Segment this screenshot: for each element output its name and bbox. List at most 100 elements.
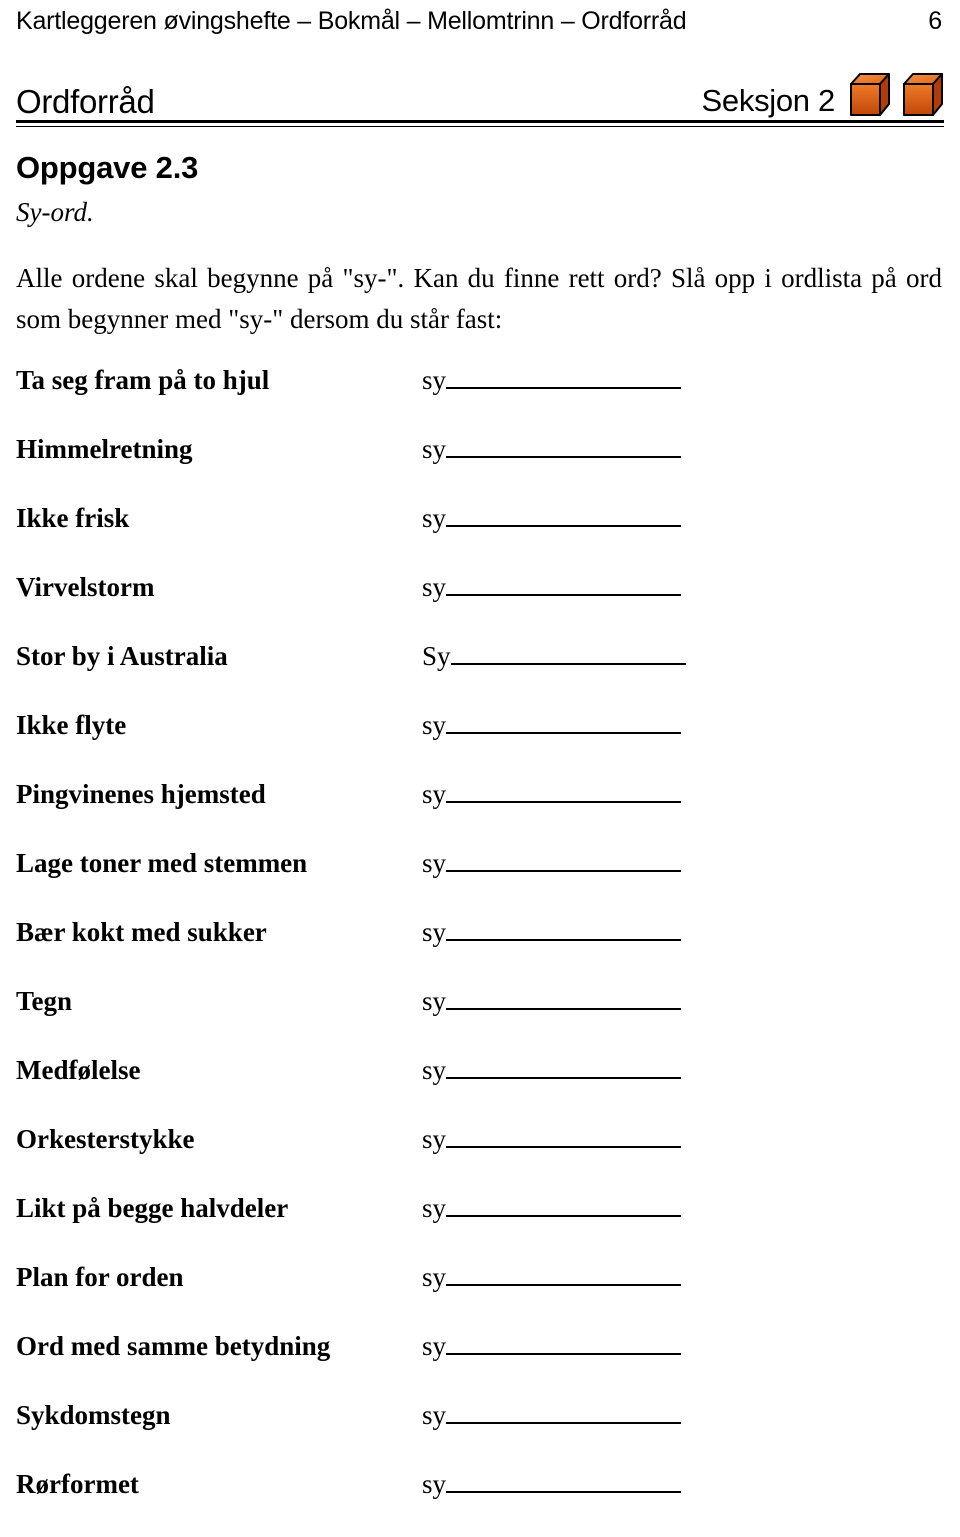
exercise-subtitle: Sy-ord. [16,197,94,227]
word-clue: Likt på begge halvdeler [16,1193,289,1223]
answer-field[interactable]: sy [422,916,944,948]
answer-field[interactable]: sy [422,1468,944,1500]
answer-field[interactable]: sy [422,364,944,396]
word-row: Lage toner med stemmen sy [16,847,944,916]
answer-prefix: sy [422,1400,447,1430]
answer-field[interactable]: sy [422,571,944,603]
answer-prefix: sy [422,572,447,602]
word-row: Likt på begge halvdeler sy [16,1192,944,1261]
worksheet-page: Kartleggeren øvingshefte – Bokmål – Mell… [0,0,960,1504]
answer-blank[interactable] [446,1193,682,1217]
answer-field[interactable]: sy [422,1261,944,1293]
word-clue: Plan for orden [16,1262,184,1292]
answer-prefix: Sy [422,641,451,671]
exercise-title: Oppgave 2.3 [16,150,199,185]
cube-icon [849,72,891,117]
word-row: Pingvinenes hjemsted sy [16,778,944,847]
word-row: Plan for orden sy [16,1261,944,1330]
answer-blank[interactable] [446,848,682,872]
word-row: Stor by i Australia Sy [16,640,944,709]
answer-blank[interactable] [446,1055,682,1079]
answer-blank[interactable] [446,572,682,596]
answer-prefix: sy [422,917,447,947]
word-clue: Pingvinenes hjemsted [16,779,266,809]
word-row: Bær kokt med sukker sy [16,916,944,985]
answer-field[interactable]: Sy [422,640,944,672]
word-clue: Virvelstorm [16,572,155,602]
answer-prefix: sy [422,503,447,533]
answer-field[interactable]: sy [422,985,944,1017]
word-clue: Himmelretning [16,434,193,464]
word-list: Ta seg fram på to hjul sy Himmelretning sy I… [16,364,944,1537]
cube-icon-group [849,72,944,120]
word-row: Virvelstorm sy [16,571,944,640]
word-row: Himmelretning sy [16,433,944,502]
word-row: Sykdomstegn sy [16,1399,944,1468]
answer-field[interactable]: sy [422,502,944,534]
running-head: Kartleggeren øvingshefte – Bokmål – Mell… [16,6,944,36]
answer-prefix: sy [422,1055,447,1085]
answer-blank[interactable] [446,365,682,389]
answer-blank[interactable] [446,710,682,734]
answer-blank[interactable] [450,641,686,665]
word-row: Ta seg fram på to hjul sy [16,364,944,433]
answer-prefix: sy [422,986,447,1016]
word-row: Tegn sy [16,985,944,1054]
answer-prefix: sy [422,365,447,395]
header-rule-thick [16,120,944,123]
instructions: Alle ordene skal begynne på "sy-". Kan d… [16,258,942,340]
answer-blank[interactable] [446,1400,682,1424]
answer-field[interactable]: sy [422,1192,944,1224]
answer-blank[interactable] [446,779,682,803]
word-clue: Tegn [16,986,73,1016]
word-clue: Bær kokt med sukker [16,917,267,947]
page-number: 6 [928,7,942,35]
word-clue: Rørformet [16,1469,139,1499]
subject-title: Ordforråd [16,83,155,120]
word-clue: Stor by i Australia [16,641,228,671]
answer-prefix: sy [422,434,447,464]
answer-blank[interactable] [446,1262,682,1286]
answer-blank[interactable] [446,1469,682,1493]
word-clue: Orkesterstykke [16,1124,195,1154]
word-clue: Ord med samme betydning [16,1331,331,1361]
running-head-title: Kartleggeren øvingshefte – Bokmål – Mell… [16,7,687,35]
section-header-right: Seksjon 2 [702,72,944,120]
answer-blank[interactable] [446,434,682,458]
answer-prefix: sy [422,1124,447,1154]
answer-prefix: sy [422,779,447,809]
word-row: Ord med samme betydning sy [16,1330,944,1399]
answer-field[interactable]: sy [422,1054,944,1086]
word-row: Orkesterstykke sy [16,1123,944,1192]
word-clue: Medfølelse [16,1055,141,1085]
answer-blank[interactable] [446,503,682,527]
answer-blank[interactable] [446,1331,682,1355]
answer-field[interactable]: sy [422,709,944,741]
answer-field[interactable]: sy [422,778,944,810]
word-row: Medfølelse sy [16,1054,944,1123]
word-clue: Ikke frisk [16,503,130,533]
answer-prefix: sy [422,710,447,740]
cube-icon [902,72,944,117]
answer-field[interactable]: sy [422,1399,944,1431]
answer-blank[interactable] [446,917,682,941]
word-clue: Ta seg fram på to hjul [16,365,270,395]
answer-prefix: sy [422,848,447,878]
answer-prefix: sy [422,1193,447,1223]
word-clue: Lage toner med stemmen [16,848,308,878]
word-row: Ikke flyte sy [16,709,944,778]
section-header: Ordforråd Seksjon 2 [16,72,944,120]
answer-blank[interactable] [446,1124,682,1148]
answer-blank[interactable] [446,986,682,1010]
answer-field[interactable]: sy [422,847,944,879]
answer-prefix: sy [422,1469,447,1499]
answer-prefix: sy [422,1331,447,1361]
word-row: Rørformet sy [16,1468,944,1537]
answer-field[interactable]: sy [422,1123,944,1155]
answer-prefix: sy [422,1262,447,1292]
header-rule-thin [16,126,944,127]
word-clue: Sykdomstegn [16,1400,171,1430]
answer-field[interactable]: sy [422,433,944,465]
answer-field[interactable]: sy [422,1330,944,1362]
word-row: Ikke frisk sy [16,502,944,571]
